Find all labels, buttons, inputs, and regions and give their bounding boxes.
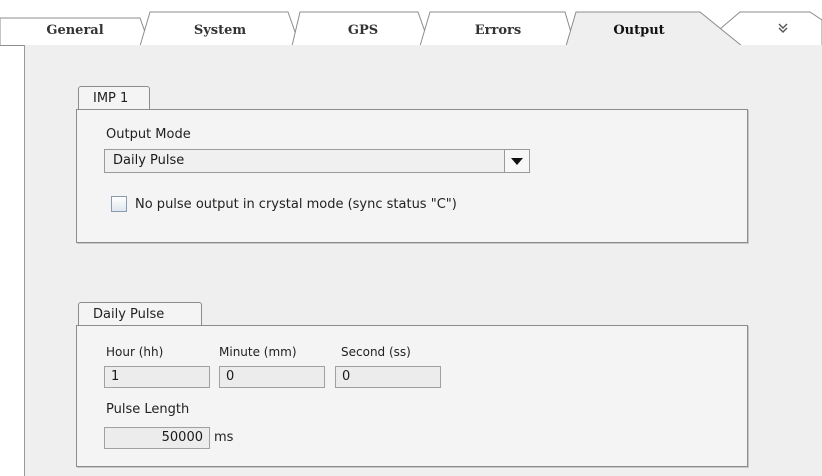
crystal-mode-checkbox-label[interactable]: No pulse output in crystal mode (sync st…	[135, 197, 457, 212]
hour-field[interactable]: 1	[104, 366, 210, 388]
tab-errors[interactable]: Errors	[436, 20, 560, 42]
pulse-length-field[interactable]: 50000	[104, 427, 210, 449]
minute-label: Minute (mm)	[219, 345, 297, 359]
double-chevron-down-icon[interactable]	[776, 18, 800, 38]
crystal-mode-checkbox[interactable]	[111, 196, 127, 212]
pulse-length-label: Pulse Length	[106, 402, 190, 417]
second-label: Second (ss)	[341, 345, 411, 359]
second-field[interactable]: 0	[335, 366, 441, 388]
minute-field[interactable]: 0	[219, 366, 325, 388]
output-mode-value: Daily Pulse	[113, 153, 185, 168]
tab-system[interactable]: System	[160, 20, 280, 42]
tab-strip: General System GPS Errors Output	[0, 0, 822, 46]
output-mode-select[interactable]: Daily Pulse	[104, 149, 530, 173]
hour-label: Hour (hh)	[106, 345, 164, 359]
output-mode-label: Output Mode	[106, 127, 191, 142]
daily-pulse-group-title: Daily Pulse	[93, 307, 165, 322]
tab-general[interactable]: General	[20, 20, 130, 42]
imp1-group-title: IMP 1	[93, 91, 129, 106]
tab-gps[interactable]: GPS	[308, 20, 418, 42]
daily-pulse-group-tab: Daily Pulse	[78, 302, 202, 326]
imp1-group-tab: IMP 1	[78, 86, 150, 110]
pulse-length-unit: ms	[214, 430, 234, 445]
dropdown-arrow-icon[interactable]	[504, 150, 529, 172]
tab-output[interactable]: Output	[582, 20, 696, 42]
